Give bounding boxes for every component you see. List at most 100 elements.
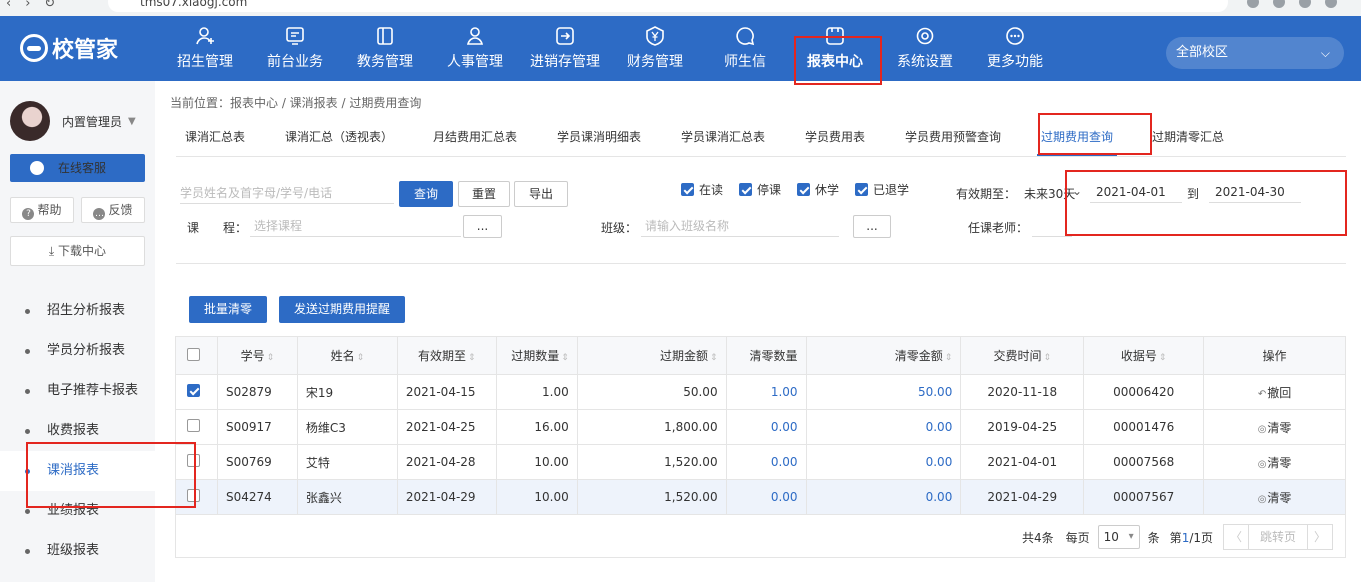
row-checkbox[interactable] [187,384,201,397]
menu-settings[interactable]: 系统设置 [880,16,970,81]
address-bar[interactable]: tms07.xiaogj.com [108,0,1228,12]
row-select-cell[interactable] [175,444,218,480]
revoke-action[interactable]: ↶撤回 [1203,374,1346,410]
teacher-label: 任课老师： [968,221,1029,235]
clear-action[interactable]: ◎清零 [1203,479,1346,515]
header-label: 学号 [240,349,265,363]
sort-icon: ⇕ [468,353,476,363]
menu-front-desk[interactable]: 前台业务 [250,16,340,81]
row-select-cell[interactable] [175,479,218,515]
course-select-input[interactable] [250,215,461,237]
menu-inventory[interactable]: 进销存管理 [520,16,610,81]
campus-selector[interactable]: 全部校区 ⌵ [1166,37,1344,69]
select-all-checkbox[interactable] [187,347,201,361]
browser-nav-icons[interactable]: ‹›↻ [6,0,69,11]
chevron-down-icon: ⌄ [1072,184,1083,198]
clear-action[interactable]: ◎清零 [1203,444,1346,480]
table-row: S00769 艾特 2021-04-28 10.00 1,520.00 0.00… [175,444,1346,480]
sidebar-item-fee-report[interactable]: 收费报表 [0,411,155,451]
row-checkbox[interactable] [187,489,201,502]
sidebar-item-performance-report[interactable]: 业绩报表 [0,491,155,531]
tab-consumption-pivot[interactable]: 课消汇总（透视表） [285,128,393,145]
download-center-button[interactable]: ⤓ 下载中心 [10,236,145,266]
sidebar-item-referral-card-report[interactable]: 电子推荐卡报表 [0,371,155,411]
class-name-input[interactable] [641,215,839,237]
tab-student-fee-warning[interactable]: 学员费用预警查询 [905,128,1001,145]
jump-page-button[interactable]: 跳转页 [1249,524,1308,550]
menu-academic[interactable]: 教务管理 [340,16,430,81]
tab-monthly-fee-summary[interactable]: 月结费用汇总表 [433,128,517,145]
menu-reports[interactable]: 报表中心 [790,16,880,81]
row-select-cell[interactable] [175,374,218,410]
page-size-select[interactable]: 10 [1097,525,1140,549]
report-icon [824,25,846,47]
teacher-input[interactable] [1032,215,1072,237]
batch-clear-button[interactable]: 批量清零 [189,296,267,323]
breadcrumb: 当前位置：报表中心 / 课消报表 / 过期费用查询 [170,96,422,110]
checkbox-suspended[interactable]: 停课 [739,181,781,198]
col-expiry[interactable]: 有效期至 ⇕ [396,336,497,375]
row-checkbox[interactable] [187,419,201,432]
col-name[interactable]: 姓名 ⇕ [296,336,398,375]
feedback-button[interactable]: … 反馈 [81,197,145,223]
col-student-id[interactable]: 学号 ⇕ [216,336,298,375]
logo-icon [20,34,48,62]
help-icon: ? [22,208,35,220]
sidebar-item-consumption-report[interactable]: 课消报表 [0,451,155,491]
sort-icon: ⇕ [1158,353,1167,363]
checkbox-withdrawn[interactable]: 已退学 [855,181,909,198]
online-service-button[interactable]: 在线客服 [10,154,145,182]
header-label: 过期金额 [660,349,709,363]
prev-page-button[interactable]: 〈 [1223,524,1250,550]
menu-recruitment[interactable]: 招生管理 [160,16,250,81]
header-label: 姓名 [330,349,355,363]
sort-icon: ⇕ [561,353,569,363]
page-size-value: 10 [1103,530,1119,544]
col-expired-qty[interactable]: 过期数量 ⇕ [495,336,578,375]
checkbox-on-leave[interactable]: 休学 [797,181,839,198]
col-receipt[interactable]: 收据号 ⇕ [1083,336,1205,375]
page-prefix: 第 [1169,530,1182,545]
col-expired-amount[interactable]: 过期金额 ⇕ [576,336,727,375]
tab-student-fee[interactable]: 学员费用表 [805,128,865,145]
menu-hr[interactable]: 人事管理 [430,16,520,81]
date-from-input[interactable]: 2021-04-01 [1090,181,1182,203]
tab-consumption-summary[interactable]: 课消汇总表 [185,128,245,145]
menu-messaging[interactable]: 师生信 [700,16,790,81]
export-button[interactable]: 导出 [514,181,568,207]
student-search-input[interactable] [180,182,394,204]
help-button[interactable]: ? 帮助 [10,197,74,223]
user-menu[interactable]: 内置管理员 ▼ [10,101,136,141]
date-to-input[interactable]: 2021-04-30 [1209,181,1301,203]
send-reminder-button[interactable]: 发送过期费用提醒 [279,296,405,323]
total-count: 共4条 [1022,530,1054,545]
class-picker-button[interactable]: ... [853,215,891,238]
book-icon [374,25,396,47]
logo[interactable]: 校管家 [20,33,118,63]
row-checkbox[interactable] [187,454,201,467]
col-cleared-amount[interactable]: 清零金额 ⇕ [805,336,962,375]
course-picker-button[interactable]: ... [463,215,502,238]
menu-more[interactable]: 更多功能 [970,16,1060,81]
tab-expired-clear-summary[interactable]: 过期清零汇总 [1152,128,1224,145]
browser-extension-icons[interactable] [1233,0,1353,10]
row-select-cell[interactable] [175,409,218,445]
reset-button[interactable]: 重置 [458,181,510,207]
tab-student-consumption-summary[interactable]: 学员课消汇总表 [681,128,765,145]
header-label: 过期数量 [511,349,560,363]
cell-cleared-qty: 0.00 [725,479,807,515]
col-pay-time[interactable]: 交费时间 ⇕ [960,336,1085,375]
sidebar-item-class-report[interactable]: 班级报表 [0,531,155,571]
next-page-button[interactable]: 〉 [1307,524,1334,550]
query-button[interactable]: 查询 [399,181,453,207]
clear-action[interactable]: ◎清零 [1203,409,1346,445]
cell-expiry: 2021-04-28 [396,444,497,480]
select-all-cell[interactable] [175,336,218,375]
checkbox-enrolled[interactable]: 在读 [681,181,723,198]
tab-expired-fee-query[interactable]: 过期费用查询 [1036,128,1118,156]
avatar [10,101,50,141]
menu-finance[interactable]: 财务管理 [610,16,700,81]
sidebar-item-recruitment-report[interactable]: 招生分析报表 [0,291,155,331]
tab-student-consumption-detail[interactable]: 学员课消明细表 [557,128,641,145]
sidebar-item-student-report[interactable]: 学员分析报表 [0,331,155,371]
